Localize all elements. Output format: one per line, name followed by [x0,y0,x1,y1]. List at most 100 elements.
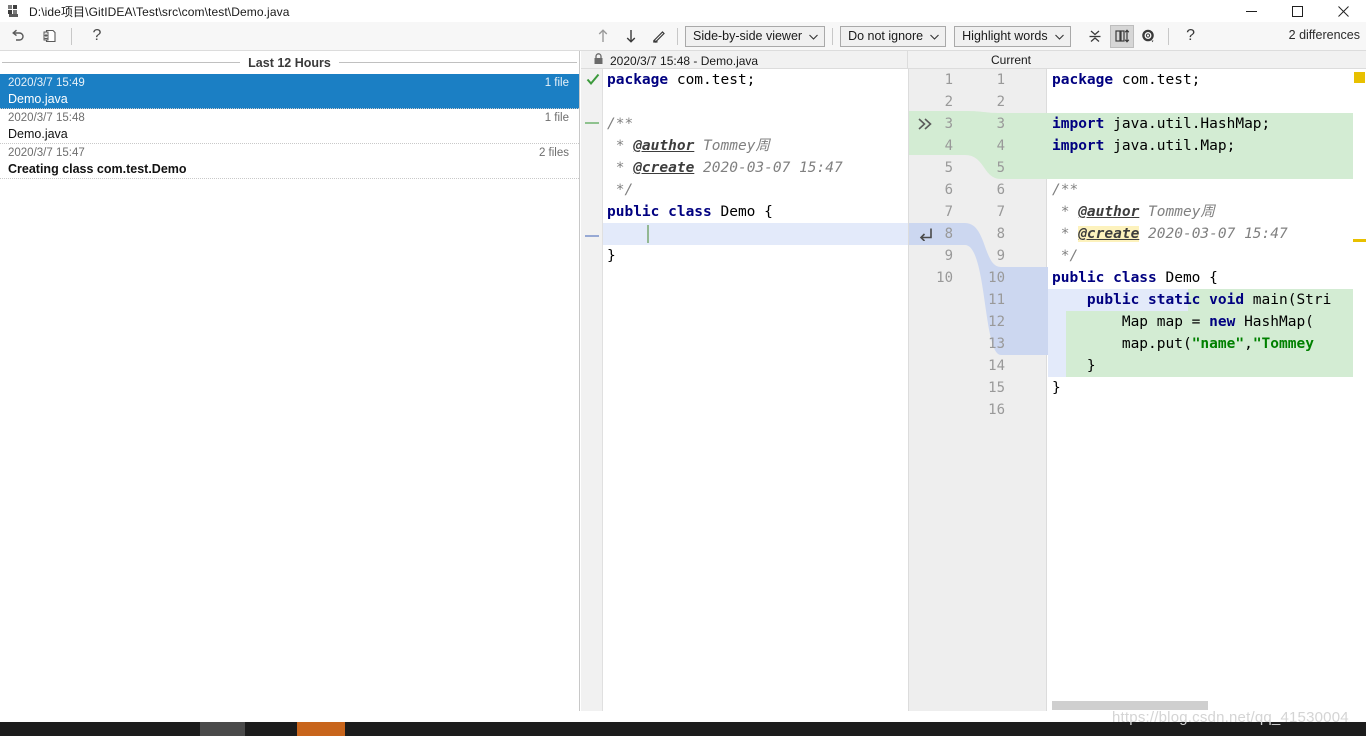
left-line-number: 5 [944,160,953,176]
chevron-down-icon [809,29,818,43]
code-line: } [607,248,616,264]
right-line-number: 1 [996,72,1005,88]
highlight-mode-select[interactable]: Highlight words [954,25,1071,47]
history-item-0[interactable]: 2020/3/7 15:49 Demo.java 1 file [0,74,579,109]
close-icon[interactable] [1320,0,1366,22]
ignore-policy-label: Do not ignore [848,29,924,43]
code-line: Map map = new HashMap( [1052,314,1314,330]
insert-arrow-icon[interactable] [918,227,936,246]
code-line: } [1052,380,1061,396]
right-line-number: 14 [988,358,1005,374]
right-line-number: 11 [988,292,1005,308]
right-line-number: 6 [996,182,1005,198]
right-line-number: 7 [996,204,1005,220]
right-line-number: 16 [988,402,1005,418]
history-item-date: 2020/3/7 15:49 [8,77,85,89]
right-file-title: Current [991,53,1032,67]
right-code-pane[interactable]: package com.test; import java.util.HashM… [1048,69,1366,711]
next-difference-icon[interactable] [620,24,642,49]
code-line: public class Demo { [1052,270,1218,286]
left-line-number: 9 [944,248,953,264]
code-line: } [1052,358,1096,374]
diff-header: 2020/3/7 15:48 - Demo.java Current [581,51,1366,69]
code-line: package com.test; [607,72,756,88]
code-line: public class Demo { [607,204,773,220]
help-label: ? [1186,27,1196,44]
diff-toolbar-divider-2 [832,27,834,45]
window-title-text: D:\ide项目\GitIDEA\Test\src\com\test\Demo.… [29,4,290,19]
edit-source-icon[interactable] [648,24,670,49]
left-file-title: 2020/3/7 15:48 - Demo.java [610,53,759,68]
code-line: import java.util.HashMap; [1052,116,1271,132]
added-block-marker [585,122,599,124]
app-icon [7,3,23,19]
left-line-number: 4 [944,138,953,154]
left-line-number: 1 [944,72,953,88]
diff-toolbar-divider-3 [1167,27,1169,45]
check-icon [586,73,600,92]
left-status-column [581,69,603,711]
history-item-count: 1 file [544,77,569,89]
taskbar-item[interactable] [200,722,245,736]
diff-toolbar-divider-1 [677,27,678,45]
chevron-down-icon [1054,29,1064,43]
right-line-number: 12 [988,314,1005,330]
collapse-unchanged-icon[interactable] [1083,25,1107,48]
code-line: */ [1052,248,1079,264]
left-line-number: 10 [936,270,953,286]
diff-gutter: 1 2 3 4 5 6 7 8 9 10 1 2 3 4 5 6 7 8 9 1… [908,69,1048,711]
minimize-icon[interactable] [1228,0,1274,22]
marker-stripe-warning[interactable] [1354,72,1365,83]
diff-toolbar: Side-by-side viewer Do not ignore Highli… [580,22,1366,51]
right-line-number: 3 [996,116,1005,132]
watermark-text: https://blog.csdn.net/qq_41530004 [1112,709,1349,726]
right-line-number: 2 [996,94,1005,110]
history-item-1[interactable]: 2020/3/7 15:48 Demo.java 1 file [0,109,579,144]
left-file-title-group: 2020/3/7 15:48 - Demo.java [593,53,758,68]
differences-count-label: 2 differences [1288,28,1360,42]
code-line: * @create 2020-03-07 15:47 [1052,226,1288,242]
maximize-icon[interactable] [1274,0,1320,22]
history-item-name: Demo.java [8,92,68,106]
diff-viewer: 2020/3/7 15:48 - Demo.java Current packa… [581,51,1366,711]
marker-stripe-change[interactable] [1353,239,1366,242]
help-icon[interactable]: ? [1179,25,1203,48]
gear-icon[interactable] [1137,25,1161,48]
window-title-bar: D:\ide项目\GitIDEA\Test\src\com\test\Demo.… [0,0,1366,22]
diff-header-divider [907,51,908,69]
taskbar-item-active[interactable] [297,722,345,736]
right-line-number: 13 [988,336,1005,352]
previous-difference-icon[interactable] [592,24,614,49]
revert-icon[interactable] [4,24,32,49]
viewer-mode-label: Side-by-side viewer [693,29,803,43]
align-side-by-side-icon[interactable] [1109,24,1134,48]
history-item-2[interactable]: 2020/3/7 15:47 Creating class com.test.D… [0,144,579,179]
local-history-panel: Last 12 Hours 2020/3/7 15:49 Demo.java 1… [0,51,580,711]
right-line-number: 8 [996,226,1005,242]
history-item-date: 2020/3/7 15:47 [8,147,85,159]
right-line-number: 15 [988,380,1005,396]
code-line: package com.test; [1052,72,1201,88]
history-item-name: Demo.java [8,127,68,141]
viewer-mode-select[interactable]: Side-by-side viewer [685,25,826,47]
left-line-number: 6 [944,182,953,198]
create-patch-icon[interactable] [36,24,64,49]
help-icon[interactable]: ? [83,24,111,49]
lock-icon [593,53,604,68]
window-controls [1228,0,1366,22]
code-line: import java.util.Map; [1052,138,1236,154]
code-line: * @create 2020-03-07 15:47 [607,160,843,176]
ignore-policy-select[interactable]: Do not ignore [840,25,947,47]
history-group-header: Last 12 Hours [0,51,579,74]
code-line: */ [607,182,634,198]
left-code-pane[interactable]: package com.test; /** * @author Tommey周 … [603,69,908,711]
code-line: * @author Tommey周 [1052,204,1215,220]
history-toolbar: ? [0,22,580,51]
right-line-number: 4 [996,138,1005,154]
chevron-double-right-icon[interactable] [917,117,935,136]
left-line-number: 7 [944,204,953,220]
